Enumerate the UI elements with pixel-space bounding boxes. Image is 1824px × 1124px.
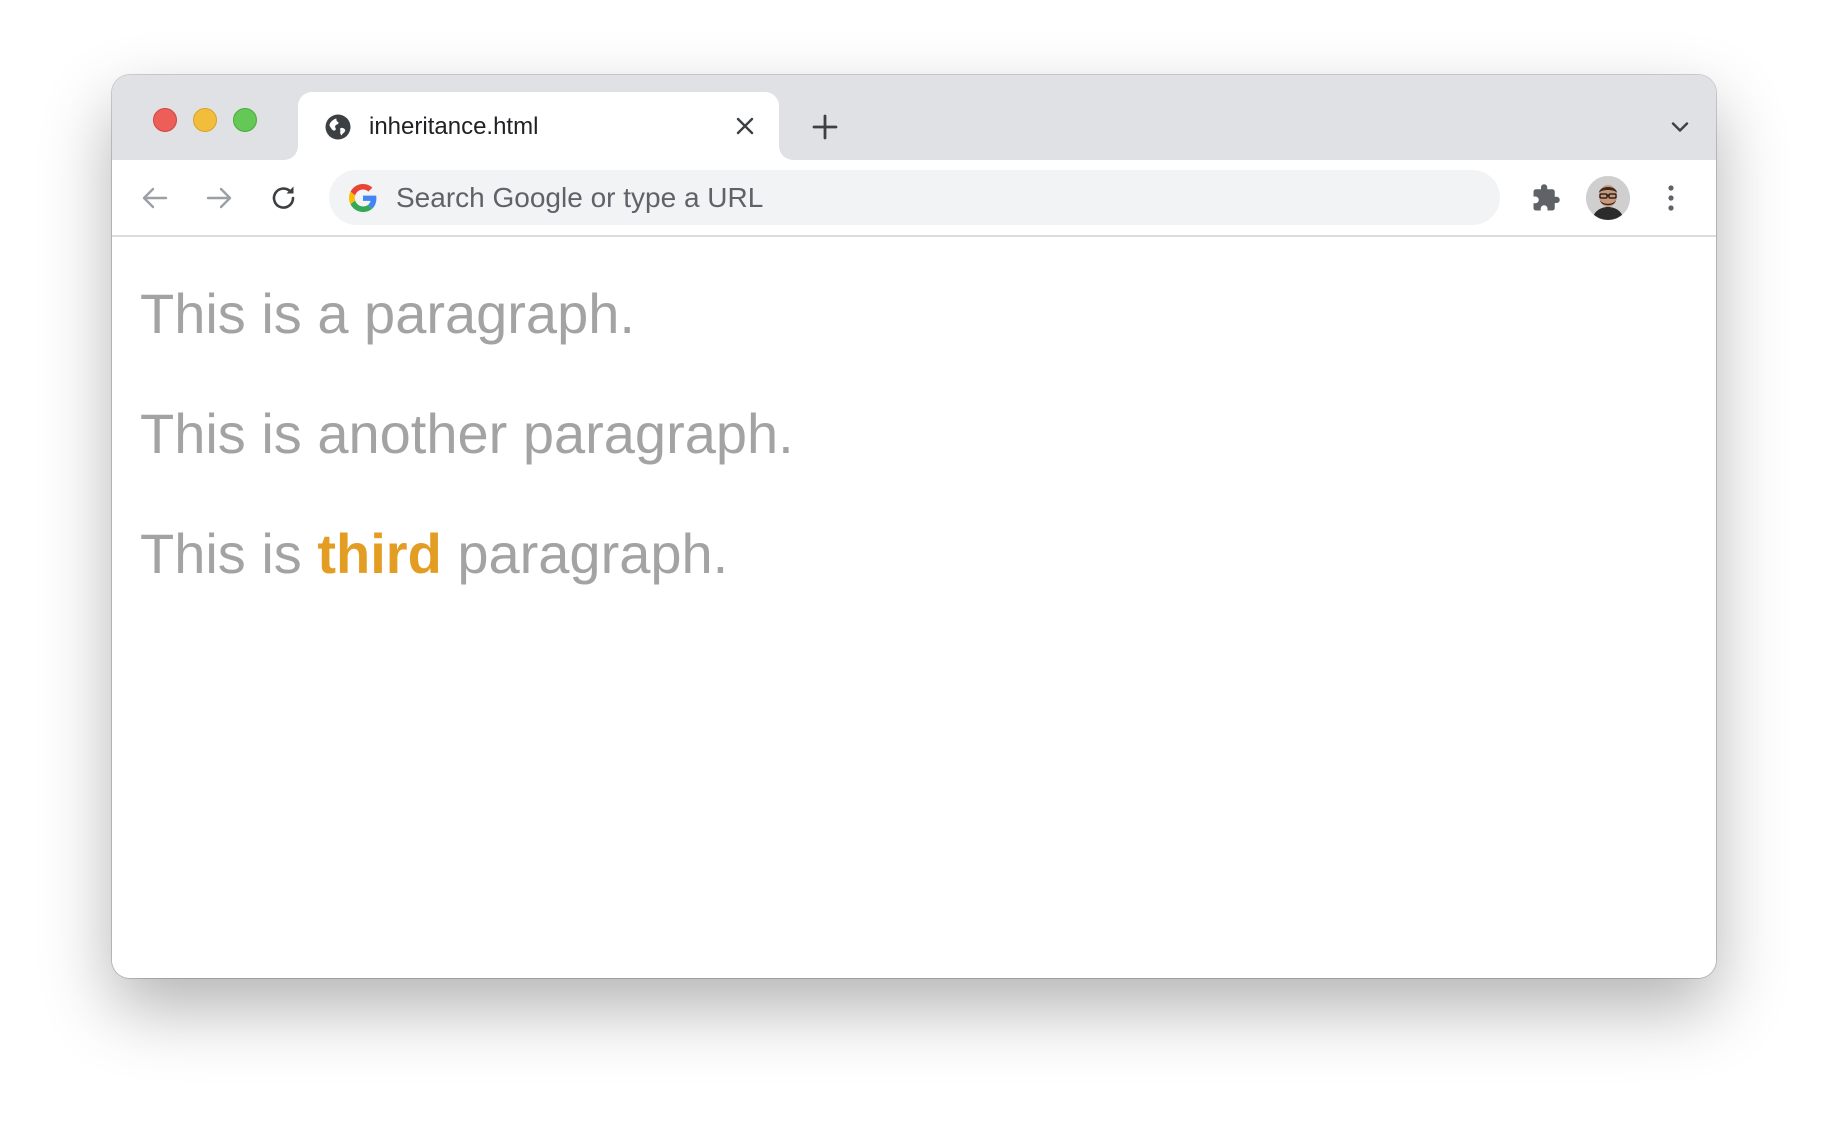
window-minimize-button[interactable] (193, 108, 217, 132)
page-content: This is a paragraph. This is another par… (112, 237, 1716, 978)
window-zoom-button[interactable] (233, 108, 257, 132)
globe-icon (324, 113, 352, 141)
google-icon (349, 184, 377, 212)
paragraph-3: This is third paragraph. (140, 522, 728, 586)
toolbar (112, 160, 1716, 237)
window-close-button[interactable] (153, 108, 177, 132)
highlighted-word: third (317, 522, 442, 585)
arrow-left-icon[interactable] (135, 178, 175, 218)
arrow-right-icon[interactable] (199, 178, 239, 218)
paragraph-1: This is a paragraph. (140, 282, 635, 345)
search-input[interactable] (396, 170, 1476, 225)
tab-title: inheritance.html (369, 113, 539, 140)
paragraph-3-after: paragraph. (441, 522, 729, 585)
tab-active[interactable]: inheritance.html (298, 92, 779, 160)
tab-strip: inheritance.html (112, 75, 1716, 160)
reload-icon[interactable] (264, 178, 304, 218)
browser-window: inheritance.html Search Google or type a… (112, 75, 1716, 978)
plus-icon[interactable] (807, 109, 843, 145)
chevron-down-icon[interactable] (1664, 111, 1696, 143)
close-icon[interactable] (729, 110, 761, 142)
paragraph-2: This is another paragraph. (140, 402, 794, 465)
paragraph-3-before: This is (140, 522, 318, 585)
puzzle-icon[interactable] (1526, 178, 1566, 218)
omnibox[interactable] (329, 170, 1500, 225)
kebab-menu-icon[interactable] (1651, 178, 1691, 218)
avatar[interactable] (1586, 176, 1630, 220)
